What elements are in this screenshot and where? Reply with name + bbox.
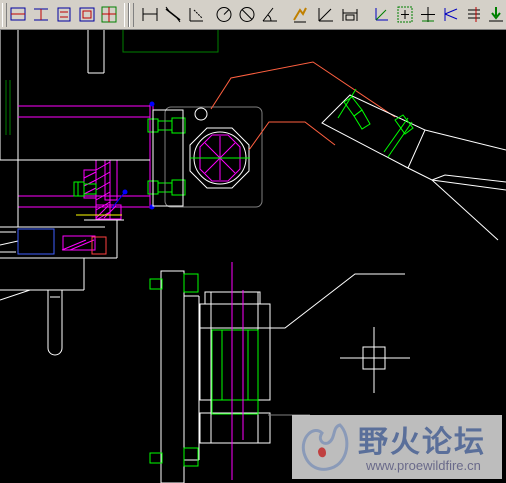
lower-assembly (160, 270, 271, 483)
center-mark-icon (421, 7, 435, 22)
angular-dimension-icon (262, 7, 277, 22)
baseline-dimension-button[interactable] (316, 4, 336, 25)
hole-circle (194, 107, 208, 121)
tolerance-button[interactable] (395, 4, 415, 25)
dimension-tool-1-button[interactable] (8, 4, 28, 25)
part-outline-top-dark (122, 30, 219, 53)
block-outline (164, 106, 263, 208)
baseline-dimension-icon (318, 8, 333, 22)
continue-dimension-icon (342, 9, 358, 21)
continue-dimension-button[interactable] (340, 4, 360, 25)
green-bolt (147, 117, 186, 134)
green-bolt (147, 179, 186, 196)
radius-dimension-icon (216, 7, 232, 22)
dimension-toolbar (0, 0, 506, 30)
linear-dimension-icon (142, 8, 158, 21)
dimension-text-edit-button[interactable] (464, 4, 484, 25)
angular-dimension-button[interactable] (260, 4, 280, 25)
dimension-update-icon (489, 7, 503, 22)
ordinate-dimension-button[interactable] (186, 4, 206, 25)
ordinate-dimension-icon (189, 8, 203, 22)
arm-outline (321, 94, 506, 241)
green-bolt (73, 181, 97, 197)
quick-dimension-icon (293, 7, 307, 23)
watermark-title: 野火论坛 (358, 425, 486, 460)
red-part (91, 236, 107, 255)
green-bolt-angled (383, 114, 414, 158)
quick-dimension-button[interactable] (290, 4, 310, 25)
dimension-update-button[interactable] (486, 4, 506, 25)
dimension-tool-icon (79, 7, 95, 22)
dimension-tool-5-button[interactable] (99, 4, 119, 25)
bracket-outline (0, 159, 150, 301)
radius-dimension-button[interactable] (214, 4, 234, 25)
flame-logo-icon (301, 423, 349, 471)
pin (47, 290, 63, 356)
dimension-tool-icon (57, 7, 71, 22)
dimension-tool-3-button[interactable] (54, 4, 74, 25)
cam-profile (210, 61, 396, 151)
lower-assembly-green (211, 329, 259, 415)
aligned-dimension-button[interactable] (163, 4, 183, 25)
dimension-tool-icon (34, 8, 48, 21)
diameter-dimension-icon (239, 7, 255, 22)
tolerance-icon (397, 6, 413, 23)
center-mark (340, 327, 410, 393)
part-outline-top (0, 30, 105, 160)
dimension-tool-4-button[interactable] (77, 4, 97, 25)
green-bolt (149, 273, 199, 293)
qleader-icon (375, 8, 388, 21)
toolbar-grip[interactable] (129, 3, 134, 27)
aligned-dimension-icon (165, 6, 181, 23)
dimension-edit-button[interactable] (441, 4, 461, 25)
dimension-edit-icon (444, 8, 458, 21)
dimension-tool-icon (10, 7, 26, 21)
forum-watermark: 野火论坛 www.proewildfire.cn (292, 415, 502, 479)
diameter-dimension-button[interactable] (237, 4, 257, 25)
qleader-button[interactable] (372, 4, 392, 25)
dimension-text-edit-icon (468, 7, 480, 22)
watermark-url: www.proewildfire.cn (366, 458, 481, 473)
bracket-line (268, 273, 405, 329)
center-mark-button[interactable] (418, 4, 438, 25)
green-bolt (149, 447, 199, 467)
dimension-tool-2-button[interactable] (31, 4, 51, 25)
toolbar-grip[interactable] (2, 3, 7, 27)
green-bolt-angled (337, 88, 371, 130)
dimension-tool-icon (101, 6, 117, 23)
linear-dimension-button[interactable] (140, 4, 160, 25)
blue-part (17, 228, 55, 255)
